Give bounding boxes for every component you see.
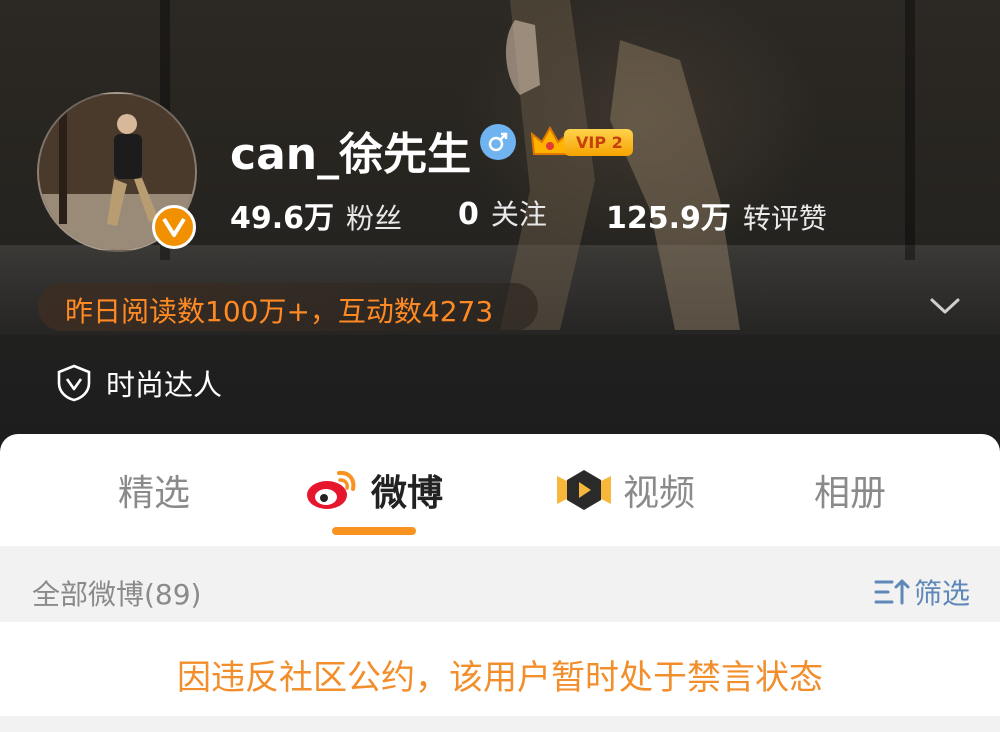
tab-video[interactable]: 视频	[555, 464, 695, 516]
username: can_徐先生	[230, 129, 472, 180]
filter-sort-icon	[874, 579, 910, 605]
stat-interactions[interactable]: 125.9万 转评赞	[606, 193, 827, 237]
shield-v-icon	[57, 364, 91, 402]
stat-interactions-label: 转评赞	[742, 202, 827, 235]
profile-tabs: 精选 微博 视频 相册	[0, 434, 1000, 546]
bottom-divider	[0, 716, 1000, 732]
vip-badge[interactable]: VIP 2	[530, 124, 633, 160]
reading-summary: 昨日阅读数100万+，互动数4273	[65, 295, 494, 328]
identity-tag[interactable]: 时尚达人	[56, 362, 222, 404]
tab-album-label: 相册	[814, 473, 887, 514]
tab-featured-label: 精选	[118, 473, 191, 514]
verified-v-icon	[152, 205, 196, 249]
stat-fans-value: 49.6万	[230, 201, 335, 236]
tab-video-label: 视频	[623, 473, 696, 514]
stat-fans[interactable]: 49.6万 粉丝	[230, 193, 402, 237]
tab-featured[interactable]: 精选	[118, 464, 190, 516]
vip-level-label: VIP 2	[564, 128, 633, 156]
filter-button[interactable]: 筛选	[874, 572, 970, 612]
stat-following-label: 关注	[490, 198, 547, 231]
cover-pillar	[905, 0, 915, 260]
chevron-down-icon[interactable]	[928, 292, 962, 320]
banned-notice: 因违反社区公约，该用户暂时处于禁言状态	[177, 658, 823, 698]
stat-following-value: 0	[458, 197, 479, 232]
identity-tag-label: 时尚达人	[106, 368, 223, 402]
tab-weibo[interactable]: 微博	[305, 464, 443, 516]
video-play-icon	[557, 470, 611, 510]
stat-fans-label: 粉丝	[346, 202, 403, 235]
stat-following[interactable]: 0 关注	[458, 193, 547, 233]
tab-weibo-label: 微博	[371, 473, 444, 514]
stat-interactions-value: 125.9万	[606, 201, 731, 236]
male-icon	[480, 124, 516, 160]
weibo-icon	[307, 470, 356, 509]
filter-button-label: 筛选	[914, 577, 971, 610]
profile-cover: can_徐先生 VIP 2 49.6万 粉丝 0 关注 125.9万 转评赞 昨…	[0, 0, 1000, 470]
active-tab-indicator	[332, 527, 416, 535]
tab-album[interactable]: 相册	[814, 464, 886, 516]
feed-title: 全部微博(89)	[32, 578, 202, 611]
